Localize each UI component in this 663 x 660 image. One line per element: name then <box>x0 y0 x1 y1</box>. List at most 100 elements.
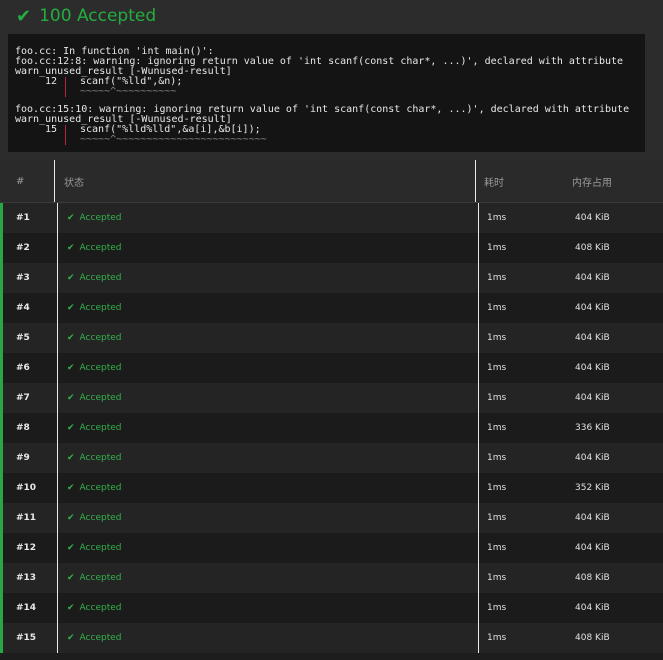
row-num: #14 <box>16 603 37 613</box>
row-time: 1ms <box>478 203 567 233</box>
row-num: #3 <box>16 273 30 283</box>
row-time: 1ms <box>478 233 567 263</box>
row-memory: 404 KiB <box>575 273 610 283</box>
row-status: ✔ Accepted <box>57 263 478 293</box>
check-icon: ✔ <box>67 453 75 463</box>
check-icon: ✔ <box>67 273 75 283</box>
table-row[interactable]: #13 ✔ Accepted 1ms 408 KiB <box>0 563 663 593</box>
table-body: #1 ✔ Accepted 1ms 404 KiB #2 ✔ Accepted 1ms 408 K… <box>0 203 663 653</box>
table-row[interactable]: #15 ✔ Accepted 1ms 408 KiB <box>0 623 663 653</box>
status-label: Accepted <box>79 303 122 313</box>
row-time: 1ms <box>478 563 567 593</box>
check-icon: ✔ <box>67 393 75 403</box>
row-num: #13 <box>16 573 37 583</box>
table-header: # 状态 耗时 内存占用 <box>0 160 663 203</box>
row-num: #4 <box>16 303 30 313</box>
check-icon: ✔ <box>67 603 75 613</box>
line-number: 12 <box>44 76 57 87</box>
line-number: 15 <box>44 124 57 135</box>
row-time: 1ms <box>478 443 567 473</box>
row-status: ✔ Accepted <box>57 533 478 563</box>
table-row[interactable]: #3 ✔ Accepted 1ms 404 KiB <box>0 263 663 293</box>
row-memory: 404 KiB <box>575 363 610 373</box>
row-memory: 404 KiB <box>575 333 610 343</box>
row-num: #10 <box>16 483 37 493</box>
check-icon: ✔ <box>16 5 32 27</box>
check-icon: ✔ <box>67 543 75 553</box>
row-memory: 404 KiB <box>575 603 610 613</box>
status-label: Accepted <box>79 213 122 223</box>
squiggle-line: ~~~~~^~~~~~~~~~~ <box>15 87 645 97</box>
header-status[interactable]: 状态 <box>54 160 475 202</box>
row-status: ✔ Accepted <box>57 473 478 503</box>
row-status: ✔ Accepted <box>57 293 478 323</box>
table-row[interactable]: #2 ✔ Accepted 1ms 408 KiB <box>0 233 663 263</box>
table-row[interactable]: #14 ✔ Accepted 1ms 404 KiB <box>0 593 663 623</box>
table-row[interactable]: #4 ✔ Accepted 1ms 404 KiB <box>0 293 663 323</box>
row-num: #8 <box>16 423 30 433</box>
row-memory: 336 KiB <box>575 423 610 433</box>
check-icon: ✔ <box>67 513 75 523</box>
row-status: ✔ Accepted <box>57 323 478 353</box>
table-row[interactable]: #8 ✔ Accepted 1ms 336 KiB <box>0 413 663 443</box>
squiggle: ~~~~~^~~~~~~~~~~~~~~~~~~~~~~~~~ <box>80 134 267 145</box>
row-time: 1ms <box>478 413 567 443</box>
row-status: ✔ Accepted <box>57 233 478 263</box>
verdict-label: Accepted <box>76 6 157 26</box>
row-memory: 408 KiB <box>575 243 610 253</box>
row-num: #1 <box>16 213 30 223</box>
row-status: ✔ Accepted <box>57 503 478 533</box>
squiggle: ~~~~~^~~~~~~~~~~ <box>80 86 177 97</box>
row-time: 1ms <box>478 323 567 353</box>
status-label: Accepted <box>79 243 122 253</box>
row-memory: 408 KiB <box>575 633 610 643</box>
table-row[interactable]: #1 ✔ Accepted 1ms 404 KiB <box>0 203 663 233</box>
score: 100 <box>39 6 72 26</box>
status-label: Accepted <box>79 543 122 553</box>
check-icon: ✔ <box>67 573 75 583</box>
row-memory: 408 KiB <box>575 573 610 583</box>
row-memory: 404 KiB <box>575 303 610 313</box>
table-row[interactable]: #7 ✔ Accepted 1ms 404 KiB <box>0 383 663 413</box>
status-label: Accepted <box>79 633 122 643</box>
row-num: #2 <box>16 243 30 253</box>
table-row[interactable]: #11 ✔ Accepted 1ms 404 KiB <box>0 503 663 533</box>
row-status: ✔ Accepted <box>57 383 478 413</box>
row-num: #15 <box>16 633 37 643</box>
check-icon: ✔ <box>67 333 75 343</box>
row-status: ✔ Accepted <box>57 203 478 233</box>
check-icon: ✔ <box>67 213 75 223</box>
header-memory[interactable]: 内存占用 <box>564 160 660 202</box>
table-row[interactable]: #9 ✔ Accepted 1ms 404 KiB <box>0 443 663 473</box>
row-status: ✔ Accepted <box>57 413 478 443</box>
check-icon: ✔ <box>67 303 75 313</box>
status-label: Accepted <box>79 603 122 613</box>
row-status: ✔ Accepted <box>57 563 478 593</box>
header-time[interactable]: 耗时 <box>475 160 564 202</box>
row-status: ✔ Accepted <box>57 353 478 383</box>
table-row[interactable]: #6 ✔ Accepted 1ms 404 KiB <box>0 353 663 383</box>
row-num: #12 <box>16 543 37 553</box>
row-time: 1ms <box>478 473 567 503</box>
status-label: Accepted <box>79 273 122 283</box>
verdict-title: 100 Accepted <box>39 6 156 26</box>
row-num: #11 <box>16 513 37 523</box>
row-memory: 404 KiB <box>575 513 610 523</box>
row-time: 1ms <box>478 503 567 533</box>
row-status: ✔ Accepted <box>57 443 478 473</box>
check-icon: ✔ <box>67 243 75 253</box>
table-row[interactable]: #5 ✔ Accepted 1ms 404 KiB <box>0 323 663 353</box>
status-label: Accepted <box>79 423 122 433</box>
row-memory: 404 KiB <box>575 393 610 403</box>
table-row[interactable]: #12 ✔ Accepted 1ms 404 KiB <box>0 533 663 563</box>
check-icon: ✔ <box>67 363 75 373</box>
header-num[interactable]: # <box>0 176 54 187</box>
row-time: 1ms <box>478 263 567 293</box>
check-icon: ✔ <box>67 423 75 433</box>
row-time: 1ms <box>478 593 567 623</box>
row-time: 1ms <box>478 383 567 413</box>
table-row[interactable]: #10 ✔ Accepted 1ms 352 KiB <box>0 473 663 503</box>
row-num: #5 <box>16 333 30 343</box>
status-label: Accepted <box>79 483 122 493</box>
row-time: 1ms <box>478 623 567 653</box>
